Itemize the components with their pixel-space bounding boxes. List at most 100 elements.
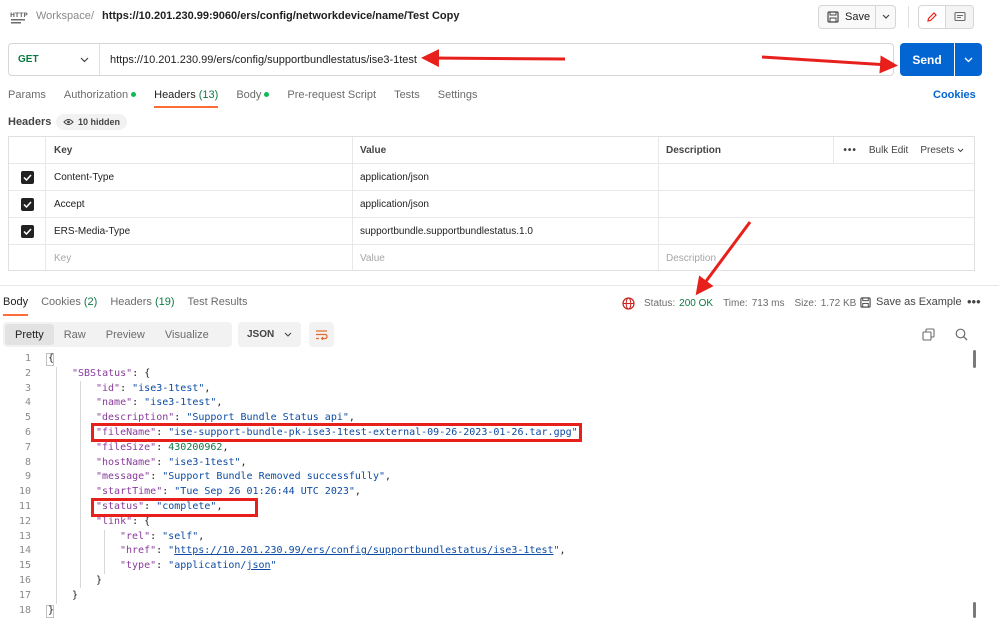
response-tab-headers[interactable]: Headers (19): [110, 296, 174, 316]
header-key-cell[interactable]: Accept: [46, 191, 353, 217]
table-header-row: Key Value Description ••• Bulk Edit Pres…: [9, 137, 974, 164]
comments-button[interactable]: [946, 5, 974, 29]
size-value[interactable]: 1.72 KB: [821, 298, 857, 309]
hidden-headers-toggle[interactable]: 10 hidden: [56, 114, 128, 130]
tab-settings[interactable]: Settings: [438, 88, 478, 108]
status-dot: [131, 91, 137, 97]
globe-icon[interactable]: [622, 297, 635, 310]
new-value-input[interactable]: Value: [353, 245, 659, 271]
view-pretty-button[interactable]: Pretty: [5, 324, 54, 345]
response-tab-cookies[interactable]: Cookies (2): [41, 296, 97, 316]
response-tab-body[interactable]: Body: [3, 296, 29, 316]
scrollbar-top[interactable]: [973, 350, 976, 368]
scrollbar-bottom[interactable]: [973, 602, 976, 618]
method-select[interactable]: GET: [9, 44, 100, 75]
copy-icon[interactable]: [922, 328, 935, 341]
view-raw-button[interactable]: Raw: [54, 324, 96, 345]
new-description-input[interactable]: Description: [659, 245, 974, 271]
view-visualize-button[interactable]: Visualize: [155, 324, 219, 345]
chevron-down-icon: [882, 14, 889, 19]
response-tab-cookies-label: Cookies: [41, 296, 81, 308]
header-key-cell[interactable]: Content-Type: [46, 164, 353, 190]
tab-tests[interactable]: Tests: [394, 88, 420, 108]
json-key: "name": [96, 397, 133, 409]
json-key: "type": [120, 560, 157, 572]
save-as-example-button[interactable]: Save as Example: [860, 296, 962, 308]
new-key-input[interactable]: Key: [46, 245, 353, 271]
search-icon[interactable]: [955, 328, 968, 341]
code-line: 16}: [0, 574, 975, 589]
http-request-icon: HTTP: [10, 12, 28, 24]
save-icon: [827, 11, 839, 23]
href-link[interactable]: https://10.201.230.99/ers/config/support…: [174, 545, 553, 556]
header-value-cell[interactable]: application/json: [353, 164, 659, 190]
response-tab-headers-label: Headers: [110, 296, 152, 308]
url-input[interactable]: https://10.201.230.99/ers/config/support…: [100, 54, 417, 66]
tab-params[interactable]: Params: [8, 88, 46, 108]
tab-prerequest-script[interactable]: Pre-request Script: [287, 88, 376, 108]
code-line: 13 "rel": "self",: [0, 530, 975, 545]
code-text: "id": "ise3-1test",: [96, 382, 211, 394]
save-button[interactable]: Save: [818, 5, 876, 29]
status-value[interactable]: 200 OK: [679, 298, 713, 309]
code-line: 3 "id": "ise3-1test",: [0, 382, 975, 397]
tab-tests-label: Tests: [394, 89, 420, 101]
tab-body[interactable]: Body: [236, 88, 270, 108]
json-key: "message": [96, 471, 151, 483]
pencil-icon: [927, 12, 937, 22]
header-value-cell[interactable]: application/json: [353, 191, 659, 217]
column-header-key: Key: [46, 137, 353, 163]
row-checkbox[interactable]: [9, 191, 46, 217]
header-description-cell[interactable]: [659, 191, 974, 217]
code-text: "rel": "self",: [120, 530, 205, 542]
view-mode-selector: Pretty Raw Preview Visualize: [3, 322, 232, 347]
edit-button[interactable]: [918, 5, 946, 29]
save-dropdown-button[interactable]: [876, 5, 896, 29]
header-description-cell[interactable]: [659, 218, 974, 244]
view-preview-button[interactable]: Preview: [96, 324, 155, 345]
table-row: Accept application/json: [9, 191, 974, 218]
send-dropdown-button[interactable]: [955, 43, 982, 76]
time-value[interactable]: 713 ms: [752, 298, 785, 309]
json-value: "Support Bundle Status api": [186, 412, 349, 424]
format-select[interactable]: JSON: [238, 322, 301, 347]
tab-headers[interactable]: Headers (13): [154, 88, 219, 108]
header-key-cell[interactable]: ERS-Media-Type: [46, 218, 353, 244]
method-label: GET: [18, 54, 39, 65]
tab-headers-count: (13): [198, 89, 219, 101]
line-number: 1: [24, 353, 31, 364]
header-check-col: [9, 137, 46, 163]
send-button[interactable]: Send: [900, 43, 954, 76]
header-description-cell[interactable]: [659, 164, 974, 190]
code-text: "hostName": "ise3-1test",: [96, 456, 247, 468]
request-name[interactable]: https://10.201.230.99:9060/ers/config/ne…: [102, 10, 459, 22]
annotation-box-status: [91, 498, 258, 517]
breadcrumb-workspace[interactable]: Workspace: [36, 10, 91, 22]
bulk-edit-button[interactable]: Bulk Edit: [869, 145, 908, 156]
header-value-cell[interactable]: supportbundle.supportbundlestatus.1.0: [353, 218, 659, 244]
code-line: 15 "type": "application/json": [0, 559, 975, 574]
code-line: 1{: [0, 352, 975, 367]
more-options-icon[interactable]: •••: [843, 145, 857, 156]
response-tab-test-results[interactable]: Test Results: [188, 296, 248, 316]
row-checkbox[interactable]: [9, 164, 46, 190]
json-value-link[interactable]: json: [246, 560, 270, 571]
code-text: "type": "application/json": [120, 560, 277, 572]
response-headers-count: (19): [154, 296, 175, 308]
breadcrumb-separator: /: [91, 10, 95, 22]
format-label: JSON: [247, 329, 275, 340]
line-number: 11: [18, 500, 31, 512]
row-checkbox[interactable]: [9, 218, 46, 244]
presets-button[interactable]: Presets: [920, 145, 964, 156]
tab-body-label: Body: [236, 89, 262, 101]
save-icon: [860, 296, 871, 308]
response-body-code[interactable]: 1{ 2 "SBStatus": { 3 "id": "ise3-1test", 4…: [0, 352, 975, 618]
wrap-lines-button[interactable]: [309, 322, 334, 347]
json-value: "self": [162, 530, 199, 542]
more-options-icon[interactable]: •••: [967, 294, 981, 309]
column-header-value: Value: [353, 137, 659, 163]
tab-authorization[interactable]: Authorization: [64, 88, 137, 108]
cookies-link[interactable]: Cookies: [933, 89, 976, 101]
code-line: 18}: [0, 604, 975, 619]
request-tabs: Params Authorization Headers (13) Body P…: [8, 88, 496, 108]
